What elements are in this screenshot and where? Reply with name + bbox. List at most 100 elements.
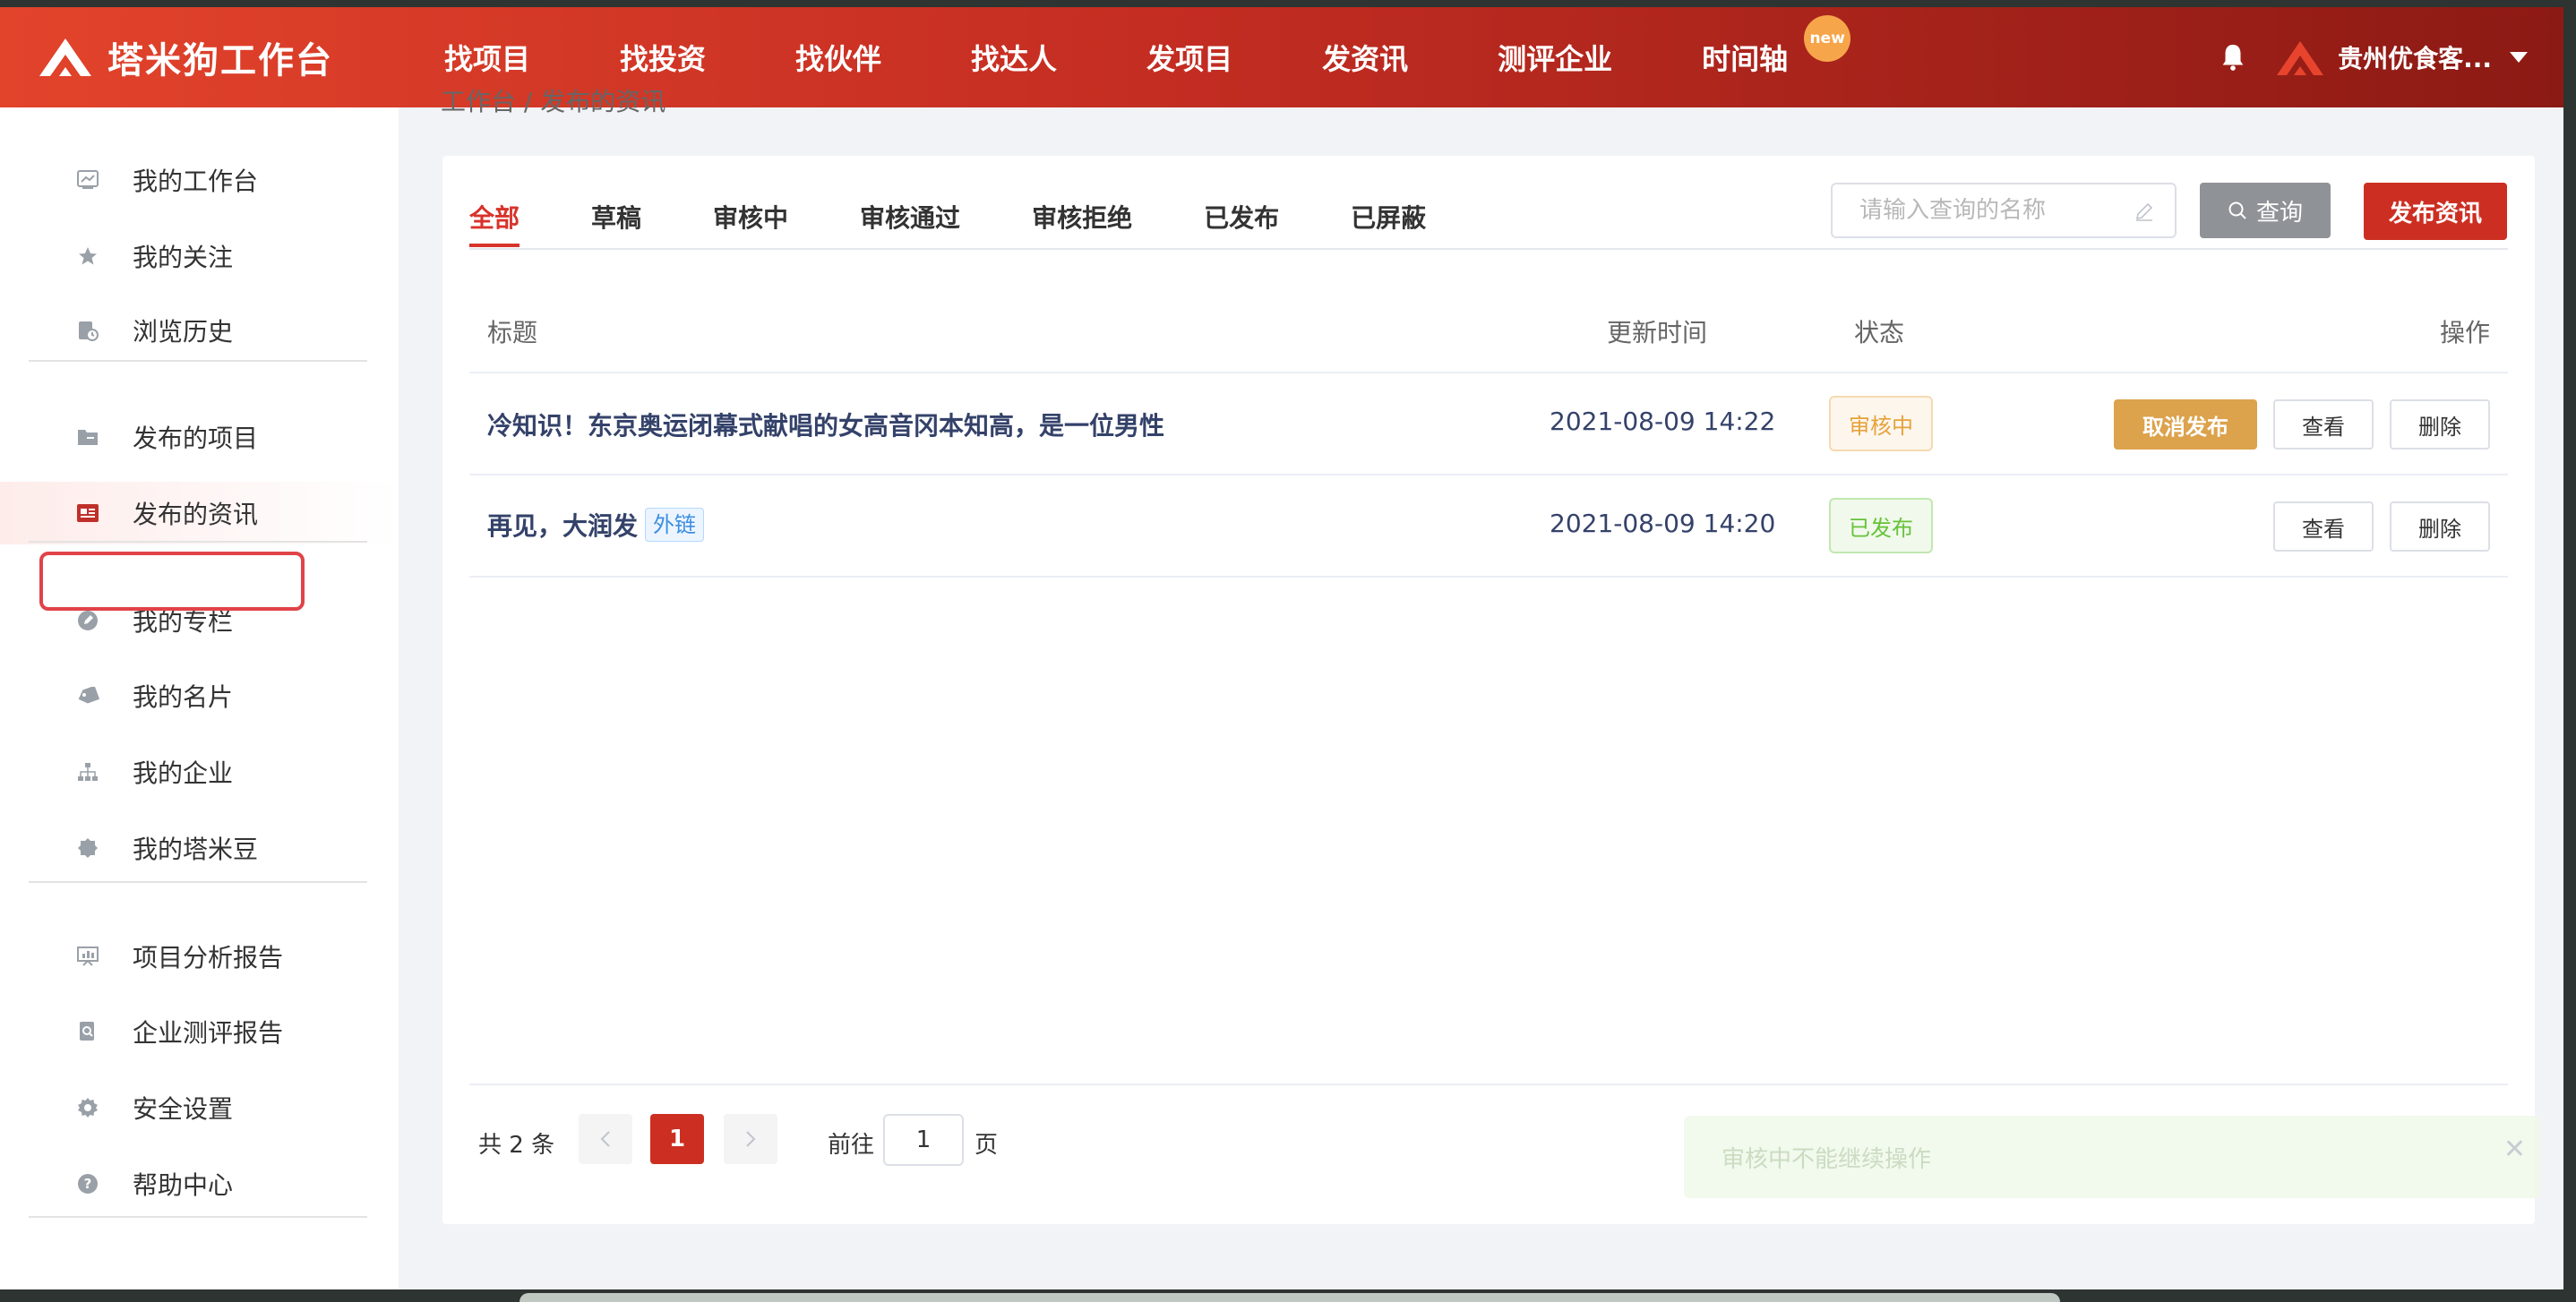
user-menu-caret-icon[interactable] xyxy=(2510,52,2528,63)
sidebar-item-company-report[interactable]: 企业测评报告 xyxy=(0,1000,399,1063)
news-title-link[interactable]: 冷知识！东京奥运闭幕式献唱的女高音冈本知高，是一位男性 xyxy=(487,407,1164,442)
sidebar-item-history[interactable]: 浏览历史 xyxy=(0,299,399,362)
brand[interactable]: 塔米狗工作台 xyxy=(36,31,412,83)
top-navbar: 塔米狗工作台 找项目 找投资 找伙伴 找达人 发项目 发资讯 测评企业 时间轴 … xyxy=(0,7,2563,107)
content-card: 全部 草稿 审核中 审核通过 审核拒绝 已发布 已屏蔽 查询 发布资讯 标题 更… xyxy=(442,156,2535,1224)
sidebar-item-label: 我的名片 xyxy=(133,682,234,712)
toast-text: 审核中不能继续操作 xyxy=(1722,1146,1932,1173)
sidebar-item-label: 浏览历史 xyxy=(133,317,234,347)
table-row-divider xyxy=(469,474,2508,475)
sidebar-item-help[interactable]: ? 帮助中心 xyxy=(0,1152,399,1215)
nav-timeline[interactable]: 时间轴 new xyxy=(1702,15,1851,78)
sidebar-item-label: 我的工作台 xyxy=(133,167,259,196)
goto-page-input[interactable] xyxy=(883,1114,964,1166)
view-button[interactable]: 查看 xyxy=(2273,501,2374,552)
nav-post-news[interactable]: 发资讯 xyxy=(1322,37,1408,78)
sidebar-item-label: 安全设置 xyxy=(133,1094,234,1124)
report-icon xyxy=(75,944,100,969)
sidebar-item-label: 帮助中心 xyxy=(133,1170,234,1200)
sidebar-item-label: 我的塔米豆 xyxy=(133,835,259,864)
cancel-publish-button[interactable]: 取消发布 xyxy=(2114,399,2257,450)
updated-time: 2021-08-09 14:22 xyxy=(1550,407,1776,436)
status-badge: 已发布 xyxy=(1829,498,1933,553)
page-suffix-label: 页 xyxy=(975,1132,999,1159)
page-number-current[interactable]: 1 xyxy=(650,1114,704,1164)
sidebar-divider xyxy=(29,541,367,543)
close-icon[interactable]: ✕ xyxy=(2503,1134,2526,1165)
search-icon xyxy=(2228,201,2246,219)
bean-icon xyxy=(75,835,100,861)
sidebar-item-column[interactable]: 我的专栏 xyxy=(0,589,399,652)
tab-draft[interactable]: 草稿 xyxy=(591,192,641,245)
chevron-left-icon xyxy=(600,1131,610,1147)
org-icon xyxy=(75,759,100,784)
delete-button[interactable]: 删除 xyxy=(2390,399,2490,450)
news-title-cell: 再见，大润发 外链 xyxy=(487,507,705,543)
table-row-divider xyxy=(469,576,2508,578)
sidebar-divider xyxy=(29,881,367,883)
sidebar-item-label: 企业测评报告 xyxy=(133,1018,284,1048)
col-header-title: 标题 xyxy=(487,318,538,347)
sidebar-item-label: 我的专栏 xyxy=(133,607,234,637)
sidebar-item-company[interactable]: 我的企业 xyxy=(0,741,399,803)
nav-post-project[interactable]: 发项目 xyxy=(1146,37,1232,78)
sidebar-divider xyxy=(29,360,367,362)
bell-icon[interactable] xyxy=(2218,42,2248,73)
sidebar-item-published-news[interactable]: 发布的资讯 xyxy=(0,482,399,544)
sidebar-item-label: 我的关注 xyxy=(133,243,234,272)
news-title-link[interactable]: 再见，大润发 xyxy=(487,507,638,543)
nav-find-partner[interactable]: 找伙伴 xyxy=(795,37,881,78)
col-header-status: 状态 xyxy=(1854,318,1905,347)
edit-pencil-icon xyxy=(2135,202,2153,221)
view-button[interactable]: 查看 xyxy=(2273,399,2374,450)
history-icon xyxy=(75,318,100,343)
svg-text:?: ? xyxy=(84,1176,92,1192)
search-box xyxy=(1831,183,2177,238)
tab-approved[interactable]: 审核通过 xyxy=(860,192,960,245)
tab-published[interactable]: 已发布 xyxy=(1204,192,1279,245)
sidebar-item-workbench[interactable]: 我的工作台 xyxy=(0,149,399,211)
status-badge: 审核中 xyxy=(1829,396,1933,451)
brand-logo-icon xyxy=(39,39,91,76)
publish-news-button[interactable]: 发布资讯 xyxy=(2364,183,2507,240)
topbar-user-area: 贵州优食客... xyxy=(2218,7,2528,107)
pagination-total: 共 2 条 xyxy=(478,1132,555,1159)
sidebar: 我的工作台 我的关注 浏览历史 发布的项目 发布的资讯 我的专栏 我的名片 我的… xyxy=(0,107,399,1289)
news-icon xyxy=(75,501,100,526)
nav-find-project[interactable]: 找项目 xyxy=(444,37,530,78)
col-header-actions: 操作 xyxy=(2440,318,2491,347)
prev-page-button[interactable] xyxy=(579,1114,632,1164)
sidebar-item-published-projects[interactable]: 发布的项目 xyxy=(0,406,399,468)
user-name[interactable]: 贵州优食客... xyxy=(2338,39,2492,75)
sidebar-item-follows[interactable]: 我的关注 xyxy=(0,225,399,287)
user-avatar-logo[interactable] xyxy=(2273,38,2327,77)
search-doc-icon xyxy=(75,1019,100,1044)
nav-find-expert[interactable]: 找达人 xyxy=(971,37,1057,78)
nav-find-investment[interactable]: 找投资 xyxy=(620,37,706,78)
sidebar-item-beans[interactable]: 我的塔米豆 xyxy=(0,817,399,879)
tabs-divider xyxy=(469,248,2508,250)
brand-name: 塔米狗工作台 xyxy=(107,40,333,81)
gear-icon xyxy=(75,1095,100,1120)
query-button[interactable]: 查询 xyxy=(2200,183,2331,238)
search-input[interactable] xyxy=(1859,197,2110,224)
tab-blocked[interactable]: 已屏蔽 xyxy=(1351,192,1426,245)
sidebar-item-card[interactable]: 我的名片 xyxy=(0,664,399,727)
query-button-label: 查询 xyxy=(2255,199,2303,227)
pen-icon xyxy=(75,608,100,633)
breadcrumb: 工作台 / 发布的资讯 xyxy=(441,87,666,116)
sidebar-item-security[interactable]: 安全设置 xyxy=(0,1076,399,1139)
sidebar-item-label: 发布的项目 xyxy=(133,424,259,453)
external-link-tag: 外链 xyxy=(645,508,705,542)
delete-button[interactable]: 删除 xyxy=(2390,501,2490,552)
tab-reviewing[interactable]: 审核中 xyxy=(713,192,788,245)
sidebar-item-project-report[interactable]: 项目分析报告 xyxy=(0,925,399,988)
tab-rejected[interactable]: 审核拒绝 xyxy=(1032,192,1132,245)
new-badge: new xyxy=(1804,15,1851,62)
updated-time: 2021-08-09 14:20 xyxy=(1550,509,1776,538)
chevron-right-icon xyxy=(746,1131,756,1147)
tab-all[interactable]: 全部 xyxy=(469,192,520,247)
next-page-button[interactable] xyxy=(724,1114,777,1164)
nav-evaluate-company[interactable]: 测评企业 xyxy=(1498,37,1612,78)
sidebar-divider xyxy=(29,1216,367,1218)
